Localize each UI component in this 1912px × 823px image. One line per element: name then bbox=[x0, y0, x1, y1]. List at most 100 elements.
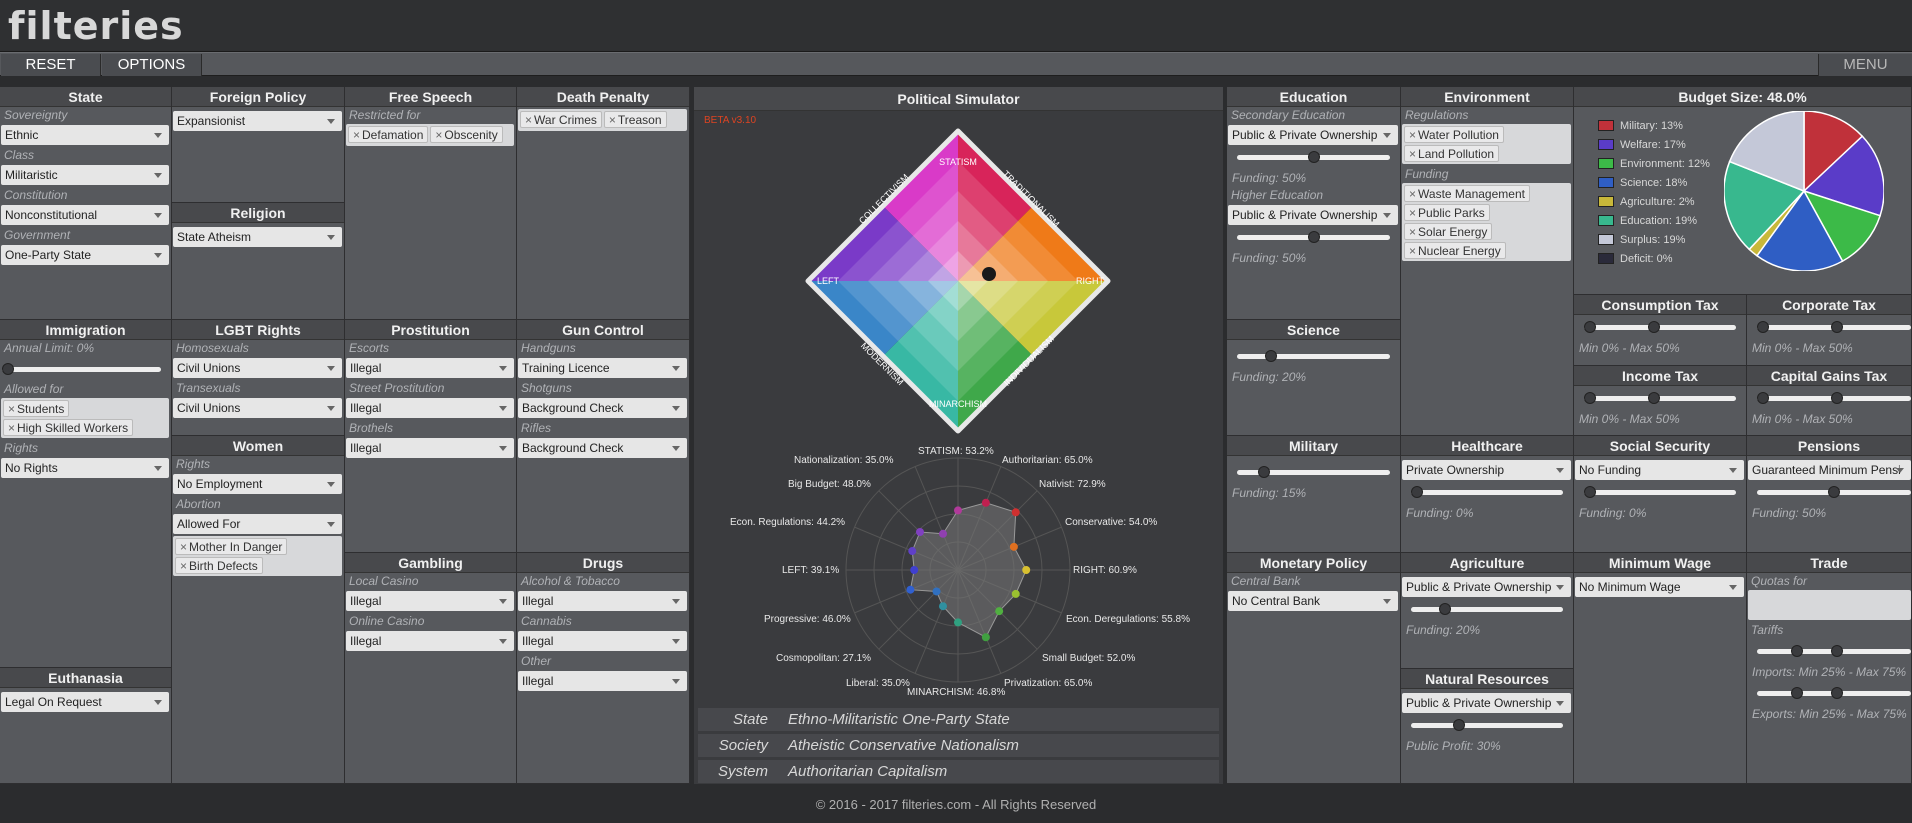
reset-button[interactable]: RESET bbox=[1, 54, 101, 76]
higher-education-select[interactable]: Public & Private Ownership bbox=[1228, 205, 1398, 225]
online-casino-select[interactable]: Illegal bbox=[346, 631, 514, 651]
logo[interactable]: filteries bbox=[8, 4, 184, 48]
rifles-select[interactable]: Background Check bbox=[518, 438, 687, 458]
panel-science: Science Funding: 20% bbox=[1227, 320, 1401, 436]
panel-title: Income Tax bbox=[1574, 366, 1746, 386]
tag-item[interactable]: × Public Parks bbox=[1404, 204, 1490, 221]
homosexuals-select[interactable]: Civil Unions bbox=[173, 358, 342, 378]
class-select[interactable]: Militaristic bbox=[1, 165, 169, 185]
rights-select[interactable]: No Rights bbox=[1, 458, 169, 478]
tag-item[interactable]: × Treason bbox=[603, 111, 667, 128]
government-select[interactable]: One-Party State bbox=[1, 245, 169, 265]
immigration-tags[interactable]: × Students × High Skilled Workers bbox=[1, 398, 169, 438]
regulations-tags[interactable]: × Water Pollution × Land Pollution bbox=[1402, 124, 1571, 164]
annual-limit-slider[interactable] bbox=[2, 361, 161, 377]
cannabis-select[interactable]: Illegal bbox=[518, 631, 687, 651]
tag-item[interactable]: × Mother In Danger bbox=[175, 538, 288, 555]
field-label: Rights bbox=[176, 457, 211, 471]
women-rights-select[interactable]: No Employment bbox=[173, 474, 342, 494]
transexuals-select[interactable]: Civil Unions bbox=[173, 398, 342, 418]
footer-copyright: © 2016 - 2017 filteries.com - All Rights… bbox=[0, 786, 1912, 823]
military-funding-slider[interactable] bbox=[1237, 464, 1390, 480]
tag-item[interactable]: × High Skilled Workers bbox=[3, 419, 134, 436]
panel-title: Budget Size: 48.0% bbox=[1574, 87, 1911, 107]
tag-item[interactable]: × Nuclear Energy bbox=[1404, 242, 1506, 259]
healthcare-funding-slider[interactable] bbox=[1411, 484, 1563, 500]
tag-item[interactable]: × Birth Defects bbox=[175, 557, 263, 574]
panel-drugs: Drugs Alcohol & Tobacco Illegal Cannabis… bbox=[517, 553, 690, 784]
handguns-select[interactable]: Training Licence bbox=[518, 358, 687, 378]
agriculture-select[interactable]: Public & Private Ownership bbox=[1402, 577, 1571, 597]
tag-item[interactable]: × War Crimes bbox=[520, 111, 602, 128]
funding-label: Funding: 20% bbox=[1406, 623, 1481, 637]
science-funding-slider[interactable] bbox=[1237, 348, 1390, 364]
constitution-select[interactable]: Nonconstitutional bbox=[1, 205, 169, 225]
environment-funding-tags[interactable]: × Waste Management × Public Parks × Solar Ene… bbox=[1402, 183, 1571, 261]
pensions-select[interactable]: Guaranteed Minimum Pensi bbox=[1748, 460, 1911, 480]
euthanasia-select[interactable]: Legal On Request bbox=[1, 692, 169, 712]
public-profit-slider[interactable] bbox=[1411, 717, 1563, 733]
field-label: Secondary Education bbox=[1231, 108, 1346, 122]
panel-pensions: Pensions Guaranteed Minimum Pensi Fundin… bbox=[1747, 436, 1912, 553]
menu-button[interactable]: MENU bbox=[1818, 54, 1912, 76]
tag-item[interactable]: × Students bbox=[3, 400, 70, 417]
brothels-select[interactable]: Illegal bbox=[346, 438, 514, 458]
death-penalty-tags[interactable]: × War Crimes × Treason bbox=[518, 109, 687, 131]
tag-item[interactable]: × Solar Energy bbox=[1404, 223, 1493, 240]
local-casino-select[interactable]: Illegal bbox=[346, 591, 514, 611]
radar-point bbox=[1009, 542, 1018, 551]
political-compass[interactable]: STATISM MINARCHISM LEFT RIGHT TRADITIONA… bbox=[694, 111, 1223, 451]
field-label: Regulations bbox=[1405, 108, 1469, 122]
tag-item[interactable]: × Water Pollution bbox=[1404, 126, 1504, 143]
quotas-input[interactable] bbox=[1748, 590, 1911, 620]
panel-title: Free Speech bbox=[345, 87, 516, 107]
escorts-select[interactable]: Illegal bbox=[346, 358, 514, 378]
imports-tariff-slider[interactable] bbox=[1757, 643, 1911, 659]
exports-tariff-slider[interactable] bbox=[1757, 685, 1911, 701]
panel-title: LGBT Rights bbox=[172, 320, 344, 340]
religion-select[interactable]: State Atheism bbox=[173, 227, 342, 247]
central-bank-select[interactable]: No Central Bank bbox=[1228, 591, 1398, 611]
foreign-policy-select[interactable]: Expansionist bbox=[173, 111, 342, 131]
pensions-slider[interactable] bbox=[1757, 484, 1911, 500]
speech-tags[interactable]: × Defamation × Obscenity bbox=[346, 124, 514, 146]
axis-label-minarchism: MINARCHISM bbox=[929, 399, 987, 409]
field-label: Quotas for bbox=[1751, 574, 1808, 588]
social-security-slider[interactable] bbox=[1584, 484, 1736, 500]
income-tax-slider[interactable] bbox=[1584, 390, 1736, 406]
shotguns-select[interactable]: Background Check bbox=[518, 398, 687, 418]
abortion-select[interactable]: Allowed For bbox=[173, 514, 342, 534]
field-label: Shotguns bbox=[521, 381, 572, 395]
result-row-state: State Ethno-Militaristic One-Party State bbox=[698, 707, 1219, 731]
tag-item[interactable]: × Defamation bbox=[348, 126, 429, 143]
tag-item[interactable]: × Obscenity bbox=[430, 126, 503, 143]
panel-title: Euthanasia bbox=[0, 668, 171, 688]
tag-item[interactable]: × Waste Management bbox=[1404, 185, 1530, 202]
secondary-education-select[interactable]: Public & Private Ownership bbox=[1228, 125, 1398, 145]
tag-item[interactable]: × Land Pollution bbox=[1404, 145, 1500, 162]
secondary-funding-slider[interactable] bbox=[1237, 149, 1390, 165]
social-security-select[interactable]: No Funding bbox=[1575, 460, 1744, 480]
radar-point bbox=[1022, 566, 1031, 574]
healthcare-select[interactable]: Private Ownership bbox=[1402, 460, 1571, 480]
other-drugs-select[interactable]: Illegal bbox=[518, 671, 687, 691]
sovereignty-select[interactable]: Ethnic bbox=[1, 125, 169, 145]
capital-gains-tax-slider[interactable] bbox=[1757, 390, 1911, 406]
natural-resources-select[interactable]: Public & Private Ownership bbox=[1402, 693, 1571, 713]
alcohol-tobacco-select[interactable]: Illegal bbox=[518, 591, 687, 611]
panel-agriculture: Agriculture Public & Private Ownership F… bbox=[1401, 553, 1574, 669]
corporate-tax-slider[interactable] bbox=[1757, 319, 1911, 335]
street-prostitution-select[interactable]: Illegal bbox=[346, 398, 514, 418]
field-label: Local Casino bbox=[349, 574, 419, 588]
options-button[interactable]: OPTIONS bbox=[102, 54, 202, 76]
field-label: Street Prostitution bbox=[349, 381, 445, 395]
higher-funding-slider[interactable] bbox=[1237, 229, 1390, 245]
legend-swatch bbox=[1598, 158, 1614, 169]
minimum-wage-select[interactable]: No Minimum Wage bbox=[1575, 577, 1744, 597]
funding-label: Funding: 0% bbox=[1406, 506, 1474, 520]
consumption-tax-slider[interactable] bbox=[1584, 319, 1736, 335]
panel-military: Military Funding: 15% bbox=[1227, 436, 1401, 553]
agriculture-funding-slider[interactable] bbox=[1411, 601, 1563, 617]
abortion-tags[interactable]: × Mother In Danger × Birth Defects bbox=[173, 536, 342, 576]
panel-foreign-policy: Foreign Policy Expansionist bbox=[172, 87, 345, 203]
